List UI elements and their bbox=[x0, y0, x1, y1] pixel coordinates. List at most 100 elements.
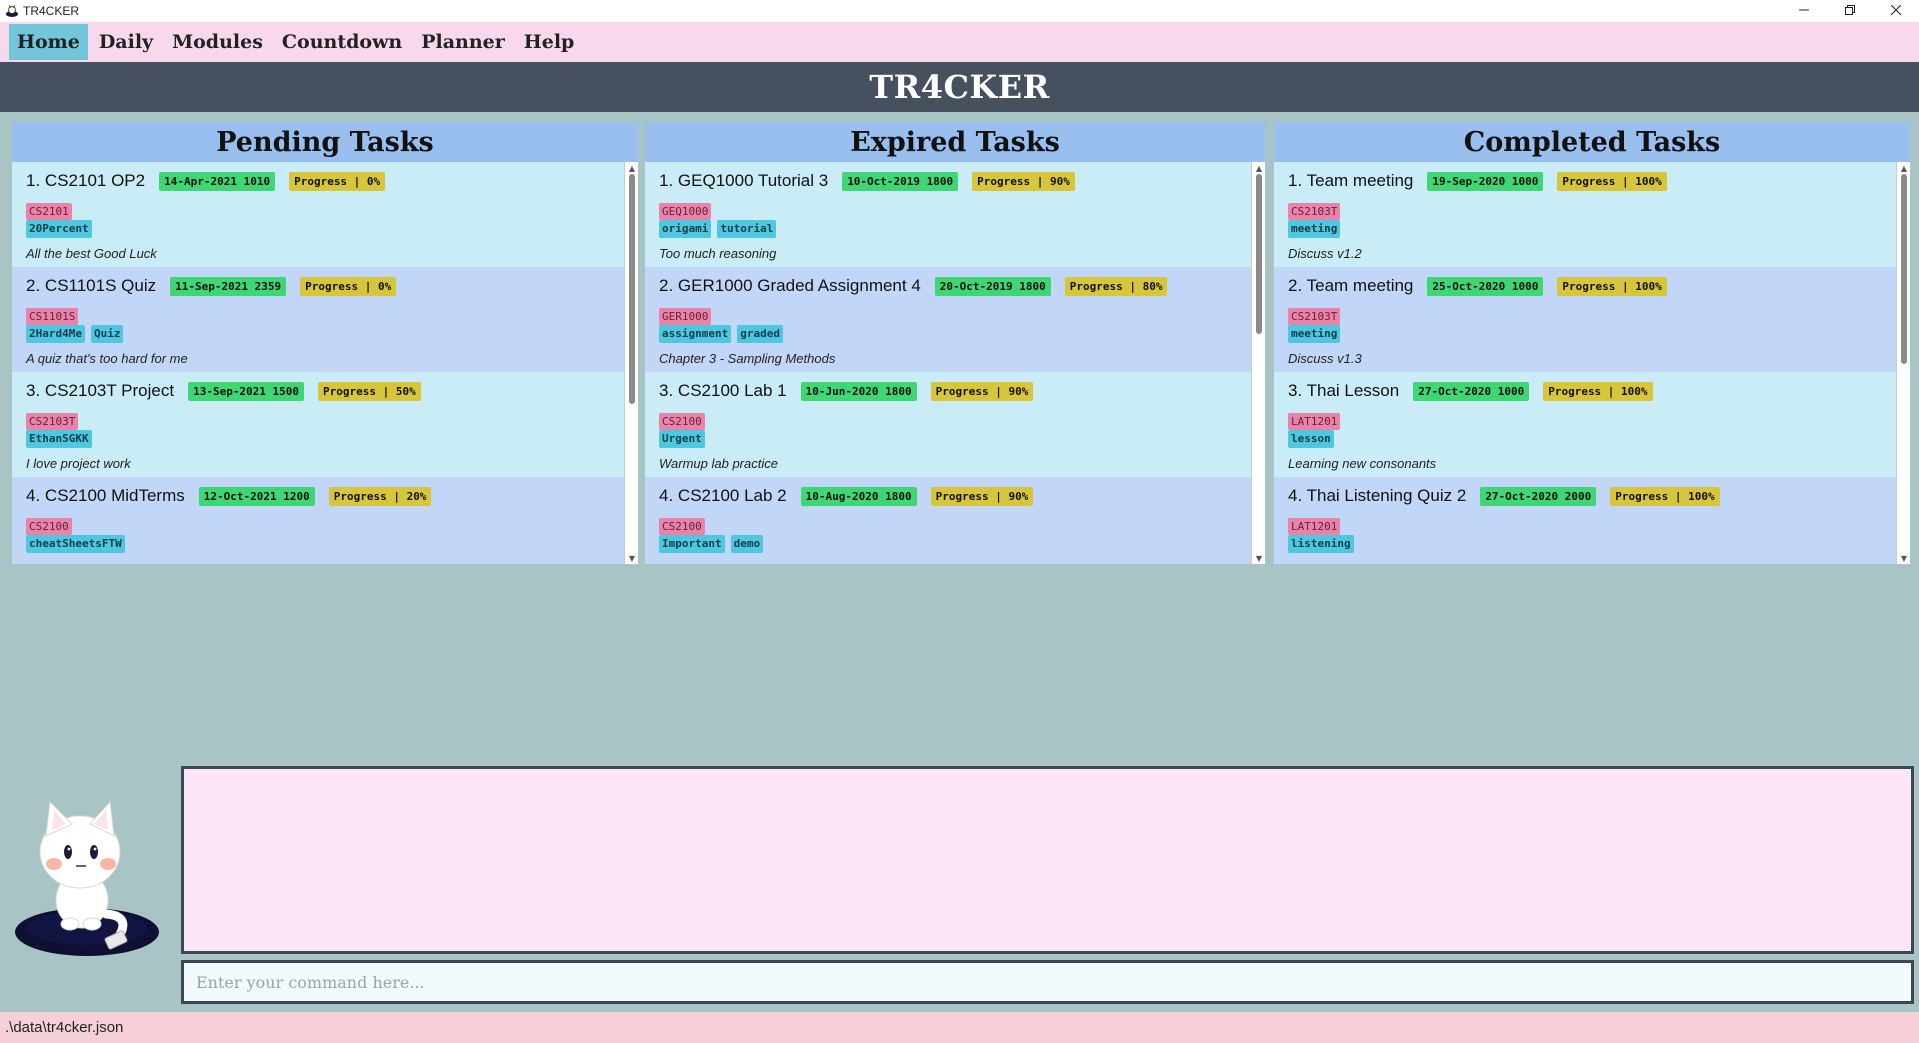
tag-badge: lesson bbox=[1288, 430, 1334, 448]
cat-app-icon bbox=[5, 4, 19, 18]
task-name: Thai Listening Quiz 2 bbox=[1306, 486, 1467, 505]
module-row: CS2100 bbox=[659, 515, 1237, 535]
task-card[interactable]: 2. GER1000 Graded Assignment 4 20-Oct-201… bbox=[645, 267, 1251, 372]
task-header-row: 1. Team meeting 19-Sep-2020 1000 Progress … bbox=[1288, 168, 1882, 194]
tag-badge: Important bbox=[659, 535, 725, 553]
task-name: CS1101S Quiz bbox=[44, 276, 157, 295]
result-text bbox=[184, 769, 1911, 789]
task-index: 2. bbox=[1288, 276, 1303, 295]
pending-tasks-list[interactable]: 1. CS2101 OP2 14-Apr-2021 1010 Progress | … bbox=[12, 162, 624, 564]
scroll-up-arrow-icon[interactable]: ▲ bbox=[1252, 162, 1265, 174]
task-index: 4. bbox=[26, 486, 41, 505]
progress-badge: Progress | 90% bbox=[972, 171, 1075, 191]
module-row: LAT1201 bbox=[1288, 515, 1882, 535]
task-index: 1. bbox=[26, 171, 41, 190]
menu-help[interactable]: Help bbox=[516, 24, 583, 60]
task-name: Team meeting bbox=[1306, 276, 1414, 295]
deadline-badge: 13-Sep-2021 1500 bbox=[188, 381, 305, 401]
progress-badge: Progress | 100% bbox=[1557, 171, 1667, 191]
cat-mascot-icon bbox=[14, 796, 164, 960]
deadline-badge: 14-Apr-2021 1010 bbox=[159, 171, 276, 191]
close-icon bbox=[1890, 3, 1902, 19]
close-button[interactable] bbox=[1873, 0, 1919, 22]
task-card[interactable]: 4. CS2100 Lab 2 10-Aug-2020 1800 Progress … bbox=[645, 477, 1251, 564]
task-title: 2. CS1101S Quiz bbox=[26, 276, 156, 296]
task-title: 1. CS2101 OP2 bbox=[26, 171, 145, 191]
task-name: CS2101 OP2 bbox=[44, 171, 146, 190]
tag-row: meeting bbox=[1288, 325, 1882, 343]
task-card[interactable]: 1. CS2101 OP2 14-Apr-2021 1010 Progress | … bbox=[12, 162, 624, 267]
task-card[interactable]: 4. Thai Listening Quiz 2 27-Oct-2020 2000… bbox=[1274, 477, 1896, 564]
deadline-badge: 27-Oct-2020 2000 bbox=[1480, 486, 1597, 506]
tag-badge: EthanSGKK bbox=[26, 430, 92, 448]
menu-home[interactable]: Home bbox=[9, 24, 88, 60]
task-header-row: 3. Thai Lesson 27-Oct-2020 1000 Progress |… bbox=[1288, 378, 1882, 404]
scrollbar-thumb[interactable] bbox=[629, 174, 635, 404]
module-badge: CS2100 bbox=[659, 413, 705, 430]
progress-badge: Progress | 100% bbox=[1557, 276, 1667, 296]
deadline-badge: 12-Oct-2021 1200 bbox=[198, 486, 315, 506]
progress-badge: Progress | 100% bbox=[1610, 486, 1720, 506]
tag-row: assignment graded bbox=[659, 325, 1237, 343]
module-row: CS1101S bbox=[26, 305, 610, 325]
task-index: 3. bbox=[26, 381, 41, 400]
module-badge: CS2100 bbox=[26, 518, 72, 535]
app-header: TR4CKER bbox=[0, 62, 1919, 112]
expired-tasks-list[interactable]: 1. GEQ1000 Tutorial 3 10-Oct-2019 1800 Pro… bbox=[645, 162, 1251, 564]
result-display bbox=[181, 766, 1914, 954]
task-name: GER1000 Graded Assignment 4 bbox=[677, 276, 921, 295]
deadline-badge: 10-Aug-2020 1800 bbox=[800, 486, 917, 506]
task-description: Learning new consonants bbox=[1288, 456, 1437, 471]
task-title: 3. CS2100 Lab 1 bbox=[659, 381, 787, 401]
status-bar: .\data\tr4cker.json bbox=[0, 1012, 1919, 1043]
scrollbar-thumb[interactable] bbox=[1901, 174, 1907, 364]
task-description: I love project work bbox=[26, 456, 131, 471]
app-brand-title: TR4CKER bbox=[869, 68, 1050, 106]
tag-row: cheatSheetsFTW bbox=[26, 535, 610, 553]
module-row: LAT1201 bbox=[1288, 410, 1882, 430]
task-card[interactable]: 3. Thai Lesson 27-Oct-2020 1000 Progress |… bbox=[1274, 372, 1896, 477]
scroll-up-arrow-icon[interactable]: ▲ bbox=[1897, 162, 1910, 174]
completed-tasks-title: Completed Tasks bbox=[1274, 122, 1910, 162]
pending-tasks-title: Pending Tasks bbox=[12, 122, 638, 162]
scroll-down-arrow-icon[interactable]: ▼ bbox=[1897, 552, 1910, 564]
save-file-path: .\data\tr4cker.json bbox=[5, 1019, 124, 1036]
completed-tasks-list[interactable]: 1. Team meeting 19-Sep-2020 1000 Progress … bbox=[1274, 162, 1896, 564]
scroll-down-arrow-icon[interactable]: ▼ bbox=[1252, 552, 1265, 564]
scroll-up-arrow-icon[interactable]: ▲ bbox=[625, 162, 638, 174]
deadline-badge: 19-Sep-2020 1000 bbox=[1427, 171, 1544, 191]
window-titlebar: TR4CKER bbox=[0, 0, 1919, 22]
task-name: CS2103T Project bbox=[44, 381, 175, 400]
module-row: CS2103T bbox=[1288, 305, 1882, 325]
task-header-row: 4. Thai Listening Quiz 2 27-Oct-2020 2000… bbox=[1288, 483, 1882, 509]
task-title: 1. Team meeting bbox=[1288, 171, 1413, 191]
progress-badge: Progress | 90% bbox=[930, 486, 1034, 506]
tag-badge: assignment bbox=[659, 325, 732, 343]
scroll-down-arrow-icon[interactable]: ▼ bbox=[625, 552, 638, 564]
menu-daily[interactable]: Daily bbox=[91, 24, 161, 60]
task-card[interactable]: 3. CS2100 Lab 1 10-Jun-2020 1800 Progress … bbox=[645, 372, 1251, 477]
pending-tasks-scrollbar[interactable]: ▲ ▼ bbox=[624, 162, 638, 564]
command-input[interactable] bbox=[184, 963, 1911, 1001]
deadline-badge: 10-Oct-2019 1800 bbox=[842, 171, 959, 191]
task-card[interactable]: 2. Team meeting 25-Oct-2020 1000 Progress … bbox=[1274, 267, 1896, 372]
restore-button[interactable] bbox=[1827, 0, 1873, 22]
menu-planner[interactable]: Planner bbox=[413, 24, 513, 60]
expired-tasks-scrollbar[interactable]: ▲ ▼ bbox=[1251, 162, 1265, 564]
task-header-row: 4. CS2100 MidTerms 12-Oct-2021 1200 Progre… bbox=[26, 483, 610, 509]
task-card[interactable]: 1. Team meeting 19-Sep-2020 1000 Progress … bbox=[1274, 162, 1896, 267]
task-card[interactable]: 1. GEQ1000 Tutorial 3 10-Oct-2019 1800 Pro… bbox=[645, 162, 1251, 267]
scrollbar-thumb[interactable] bbox=[1256, 174, 1262, 334]
task-card[interactable]: 4. CS2100 MidTerms 12-Oct-2021 1200 Progre… bbox=[12, 477, 624, 564]
task-card[interactable]: 2. CS1101S Quiz 11-Sep-2021 2359 Progress … bbox=[12, 267, 624, 372]
task-title: 3. Thai Lesson bbox=[1288, 381, 1399, 401]
deadline-badge: 25-Oct-2020 1000 bbox=[1427, 276, 1544, 296]
deadline-badge: 11-Sep-2021 2359 bbox=[170, 276, 287, 296]
module-badge: CS2103T bbox=[1288, 203, 1341, 220]
completed-tasks-scrollbar[interactable]: ▲ ▼ bbox=[1896, 162, 1910, 564]
menu-modules[interactable]: Modules bbox=[164, 24, 271, 60]
task-card[interactable]: 3. CS2103T Project 13-Sep-2021 1500 Progre… bbox=[12, 372, 624, 477]
menu-countdown[interactable]: Countdown bbox=[274, 24, 410, 60]
task-description: Chapter 3 - Sampling Methods bbox=[659, 351, 836, 366]
minimize-button[interactable] bbox=[1781, 0, 1827, 22]
